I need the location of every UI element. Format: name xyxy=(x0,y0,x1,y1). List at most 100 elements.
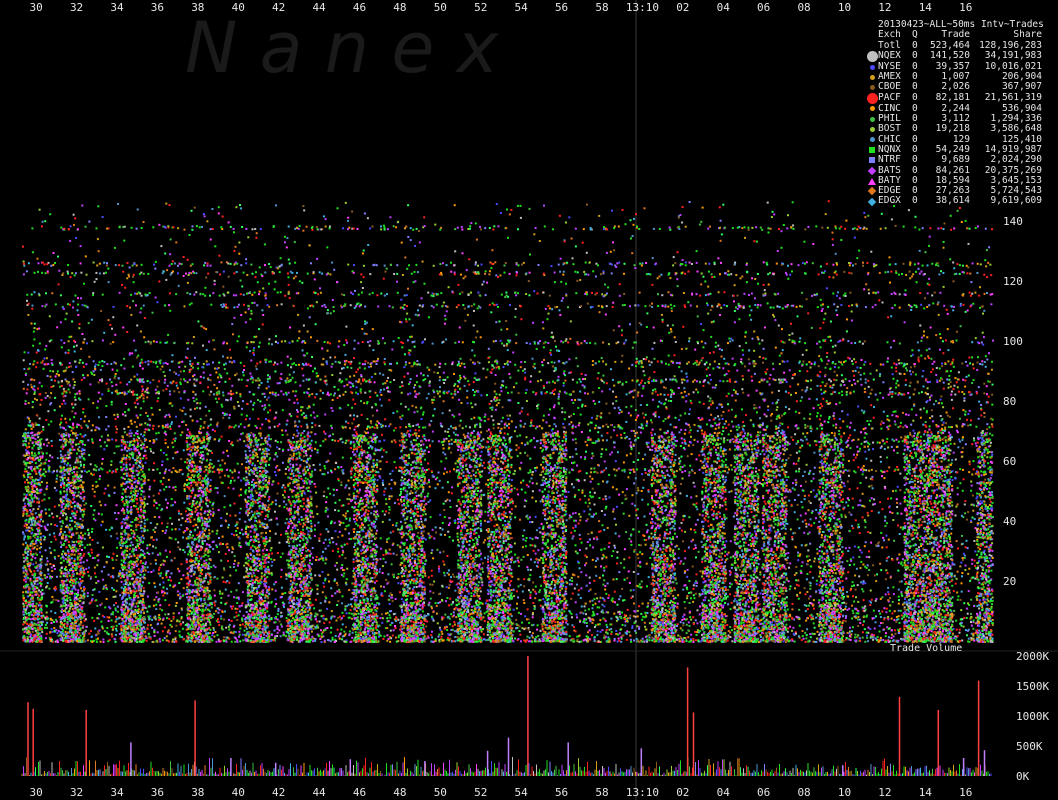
trade-point xyxy=(343,630,346,633)
trade-point xyxy=(330,610,333,613)
trade-point xyxy=(148,468,151,471)
trade-point xyxy=(538,489,541,492)
trade-point xyxy=(866,420,869,422)
trade-point xyxy=(512,595,515,598)
trade-point xyxy=(229,574,232,577)
trade-point xyxy=(580,640,583,643)
trade-point xyxy=(954,458,957,461)
trade-point xyxy=(529,568,532,571)
trade-point xyxy=(640,612,643,615)
trade-point xyxy=(217,611,220,614)
trade-point xyxy=(967,374,970,377)
trade-point xyxy=(710,403,712,406)
trade-point xyxy=(851,524,854,527)
trade-point xyxy=(861,492,864,495)
trade-point xyxy=(236,619,239,621)
trade-point xyxy=(948,374,951,377)
trade-point xyxy=(968,356,971,359)
trade-point xyxy=(578,378,581,381)
trade-point xyxy=(584,374,587,376)
trade-point xyxy=(970,480,973,483)
trade-point xyxy=(172,446,175,449)
trade-point xyxy=(670,560,673,563)
trade-point xyxy=(392,542,395,545)
trade-point xyxy=(639,431,642,434)
trade-point xyxy=(979,631,982,634)
trade-point xyxy=(630,405,633,408)
trade-point xyxy=(812,607,815,610)
trade-point xyxy=(217,459,220,462)
trade-point xyxy=(597,483,600,486)
trade-point xyxy=(214,487,217,490)
trade-point xyxy=(211,634,214,637)
trade-point xyxy=(989,380,992,383)
trade-point xyxy=(401,609,403,612)
trade-point xyxy=(863,410,866,413)
trade-point xyxy=(796,518,799,521)
trade-point xyxy=(610,633,613,636)
trade-point xyxy=(869,499,871,502)
trade-point xyxy=(856,487,859,490)
trade-point xyxy=(181,473,184,476)
trade-point xyxy=(381,455,384,458)
trade-point xyxy=(806,608,809,611)
trade-point xyxy=(307,388,310,390)
trade-point xyxy=(761,512,764,514)
trade-point xyxy=(177,541,180,544)
trade-point xyxy=(597,431,600,434)
trade-point xyxy=(372,462,375,465)
trade-point xyxy=(170,559,173,562)
trade-point xyxy=(787,476,790,479)
trade-point xyxy=(382,557,385,560)
trade-point xyxy=(168,640,170,643)
trade-point xyxy=(459,374,461,377)
trade-point xyxy=(493,532,496,535)
trade-point xyxy=(692,547,695,550)
trade-point xyxy=(389,640,392,643)
trade-point xyxy=(852,370,855,373)
trade-point xyxy=(439,422,442,425)
trade-point xyxy=(696,518,699,521)
trade-point xyxy=(336,628,339,631)
trade-point xyxy=(927,393,929,396)
trade-point xyxy=(605,623,608,626)
trade-point xyxy=(90,635,93,638)
trade-point xyxy=(965,539,968,542)
trade-point xyxy=(816,548,819,551)
trade-point xyxy=(521,546,524,549)
trade-point xyxy=(338,615,341,618)
trade-point xyxy=(463,366,466,369)
trade-point xyxy=(83,537,86,540)
trade-point xyxy=(410,597,413,600)
trade-point xyxy=(30,383,33,386)
trade-point xyxy=(384,418,387,421)
trade-point xyxy=(583,510,586,513)
trade-point xyxy=(626,608,629,611)
trade-point xyxy=(552,389,555,392)
trade-point xyxy=(612,429,615,432)
trade-point xyxy=(692,538,694,541)
trade-point xyxy=(159,574,162,577)
trade-point xyxy=(872,564,875,567)
trade-point xyxy=(52,385,55,388)
trade-point xyxy=(436,622,439,625)
trade-point xyxy=(595,560,597,562)
trade-point xyxy=(554,388,556,391)
trade-point xyxy=(970,503,973,506)
trade-point xyxy=(804,480,807,483)
trade-point xyxy=(170,504,173,507)
trade-point xyxy=(858,532,861,535)
trade-point xyxy=(252,404,255,406)
trade-point xyxy=(843,432,846,435)
trade-point xyxy=(231,471,234,474)
trade-point xyxy=(403,366,406,369)
trade-point xyxy=(599,619,602,622)
trade-point xyxy=(266,378,269,380)
trade-point xyxy=(801,630,804,632)
trade-point xyxy=(443,627,446,630)
trade-point xyxy=(959,440,962,443)
trade-point xyxy=(321,591,324,594)
trade-point xyxy=(495,366,498,369)
trade-point xyxy=(292,436,294,439)
trade-point xyxy=(446,431,449,433)
